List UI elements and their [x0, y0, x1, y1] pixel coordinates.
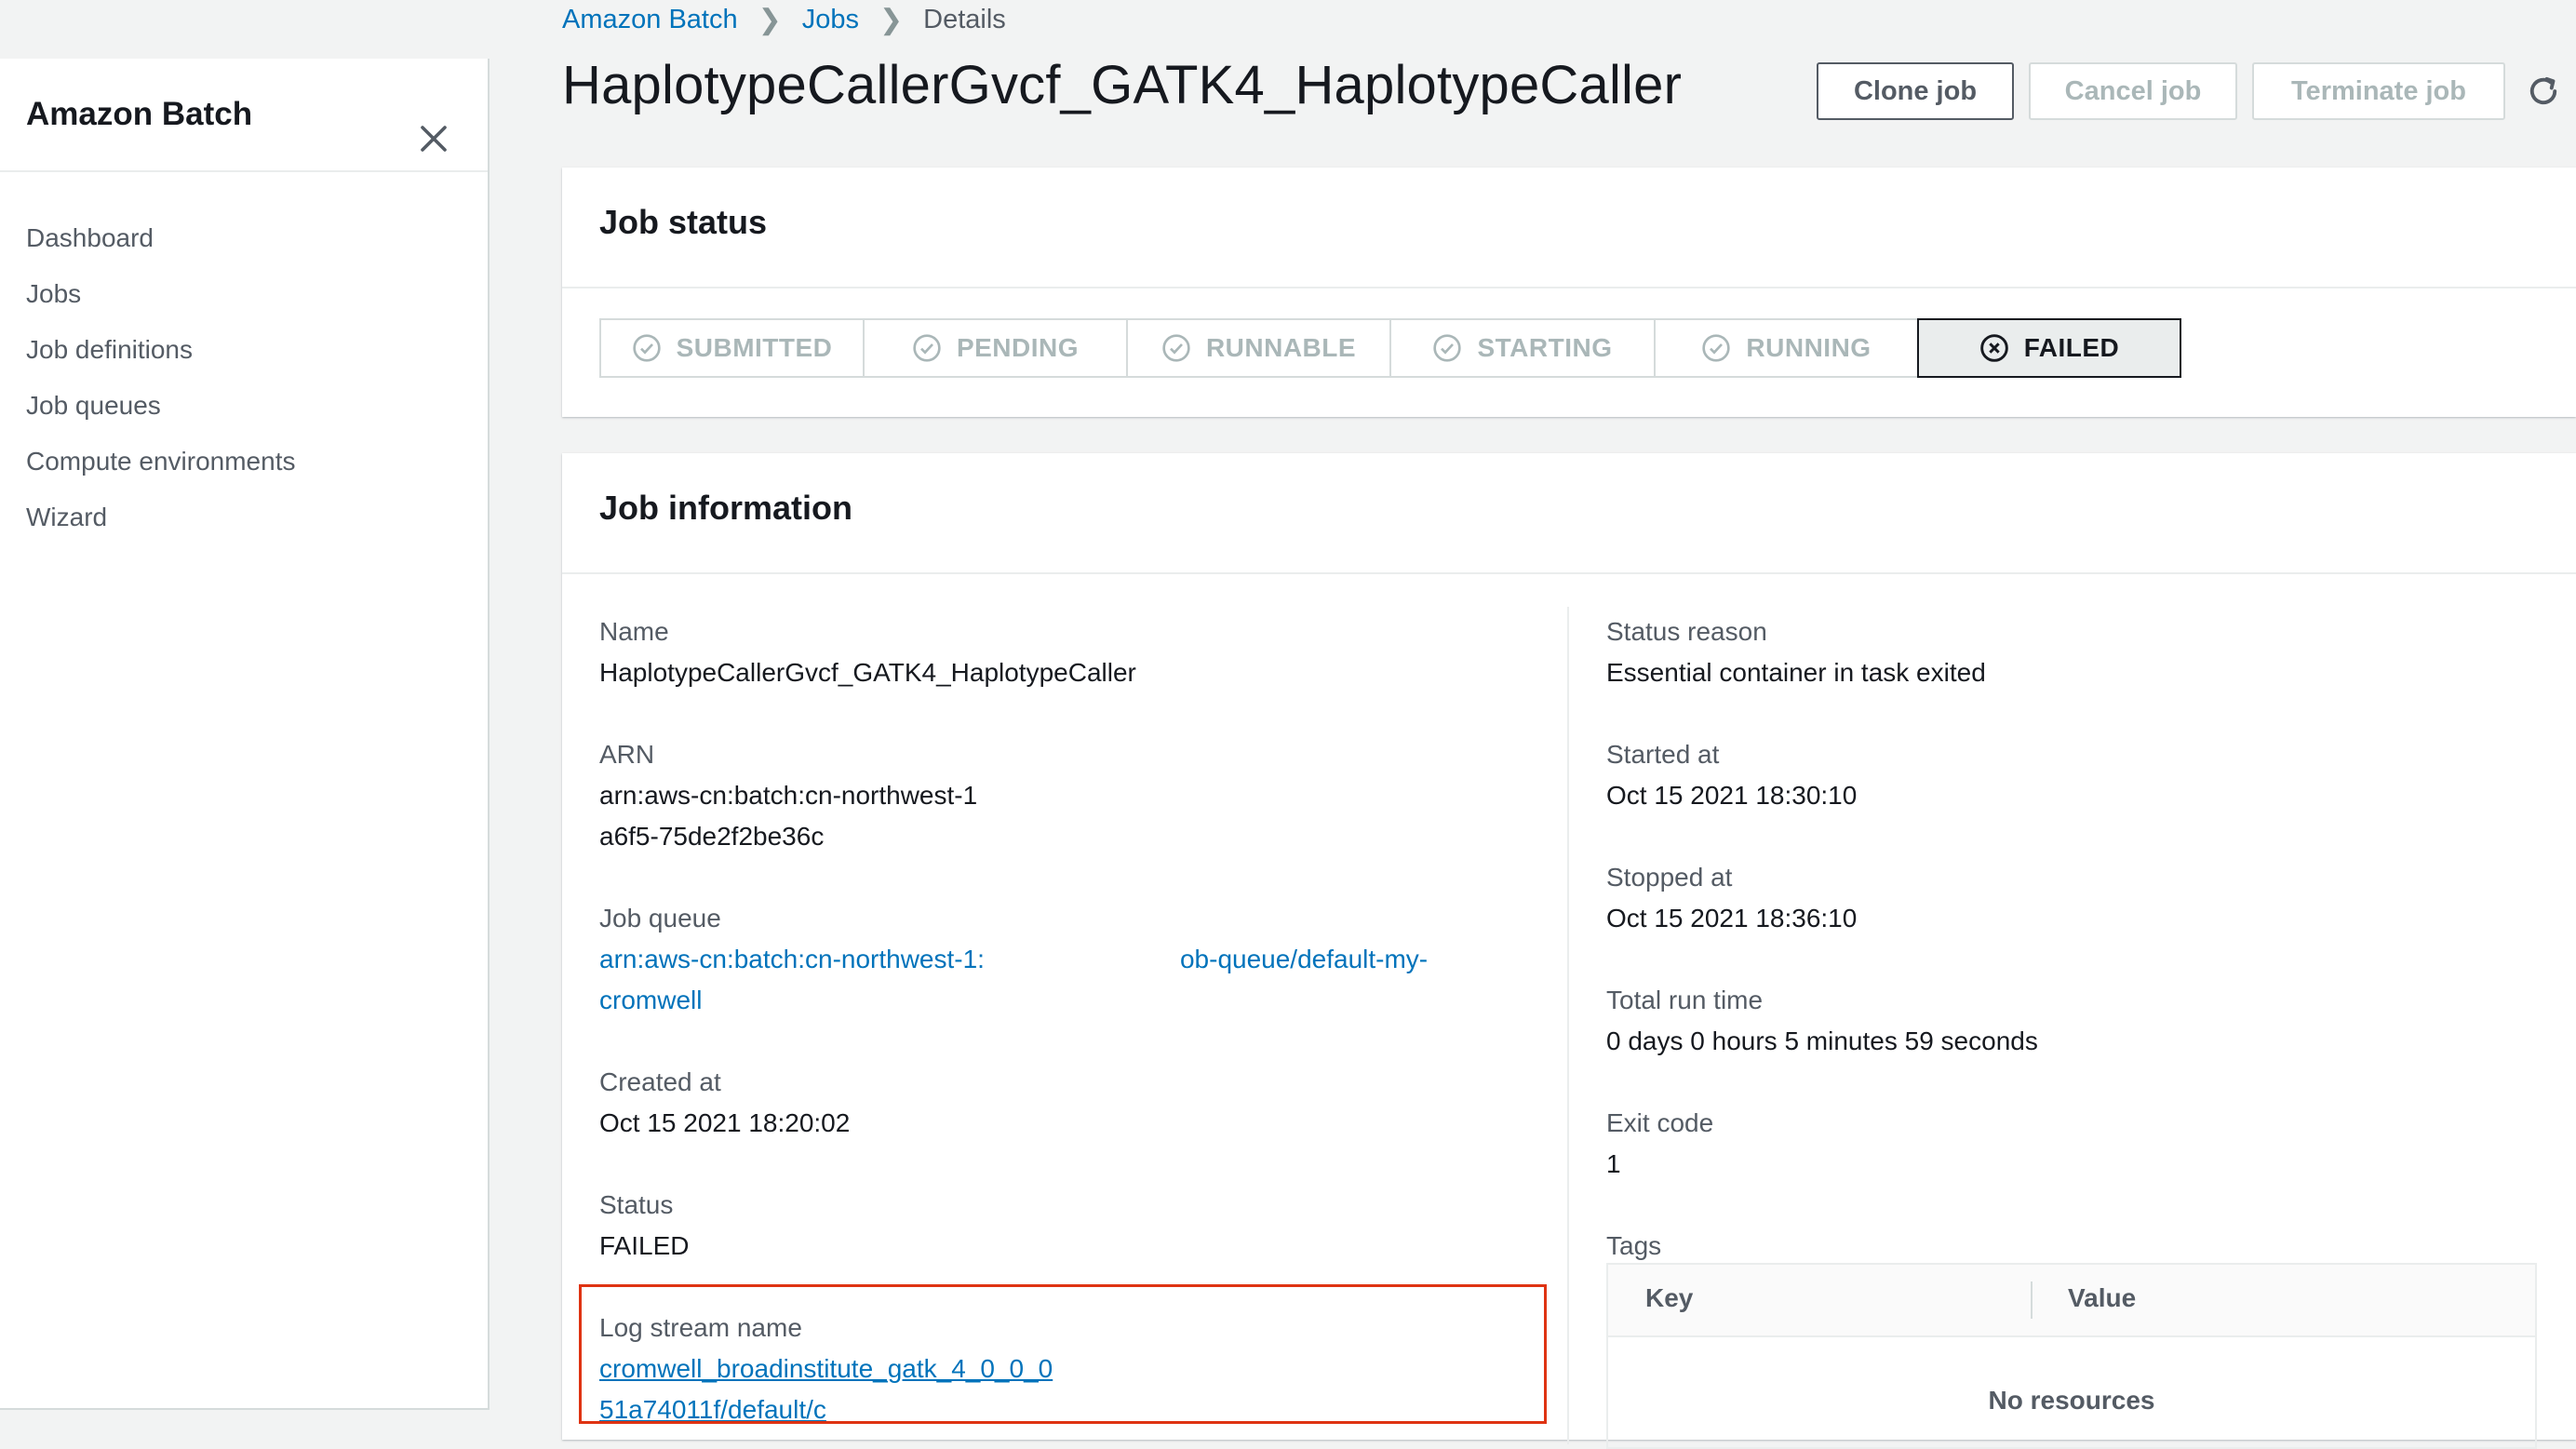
column-separator	[2031, 1281, 2033, 1319]
header-actions: Clone job Cancel job Terminate job	[1817, 62, 2563, 120]
field-created-at: Created at Oct 15 2021 18:20:02	[599, 1062, 1530, 1144]
field-label: Created at	[599, 1067, 721, 1096]
chevron-right-icon: ❯	[879, 4, 904, 35]
field-label: Status	[599, 1190, 674, 1219]
field-label: Total run time	[1606, 986, 1764, 1014]
step-failed: FAILED	[1917, 318, 2181, 378]
field-label: Job queue	[599, 904, 721, 932]
x-circle-icon	[1979, 334, 2008, 362]
sidebar-item-job-queues[interactable]: Job queues	[26, 378, 295, 434]
step-label: RUNNING	[1746, 333, 1872, 362]
job-status-header: Job status	[562, 168, 2576, 288]
chevron-right-icon: ❯	[758, 4, 782, 35]
sidebar-item-wizard[interactable]: Wizard	[26, 490, 295, 545]
sidebar-item-job-definitions[interactable]: Job definitions	[26, 322, 295, 378]
sidebar-nav: Dashboard Jobs Job definitions Job queue…	[26, 210, 295, 545]
column-divider	[1567, 607, 1569, 1444]
field-arn: ARN arn:aws-cn:batch:cn-northwest-1 a6f5…	[599, 734, 1530, 857]
tags-table: Key Value No resources	[1606, 1263, 2537, 1449]
field-label: Exit code	[1606, 1108, 1714, 1137]
arn-value-line2: a6f5-75de2f2be36c	[599, 822, 825, 851]
job-queue-link-start: arn:aws-cn:batch:cn-northwest-1:	[599, 945, 985, 973]
terminate-job-button[interactable]: Terminate job	[2252, 62, 2505, 120]
field-name: Name HaplotypeCallerGvcf_GATK4_Haplotype…	[599, 611, 1530, 693]
sidebar: Amazon Batch Dashboard Jobs Job definiti…	[0, 59, 490, 1410]
breadcrumb-amazon-batch[interactable]: Amazon Batch	[562, 5, 738, 35]
step-pending: PENDING	[863, 318, 1128, 378]
field-total-run-time: Total run time 0 days 0 hours 5 minutes …	[1606, 980, 2537, 1062]
step-label: STARTING	[1477, 333, 1613, 362]
step-runnable: RUNNABLE	[1126, 318, 1391, 378]
refresh-icon[interactable]	[2524, 72, 2563, 111]
job-status-panel: Job status SUBMITTED PENDING RUNNABLE ST…	[562, 168, 2576, 417]
field-label: Stopped at	[1606, 863, 1733, 892]
field-label: Name	[599, 617, 669, 646]
breadcrumb-details: Details	[923, 4, 1006, 34]
field-exit-code: Exit code 1	[1606, 1103, 2537, 1185]
step-label: PENDING	[956, 333, 1080, 362]
check-circle-icon	[913, 334, 941, 362]
status-steps: SUBMITTED PENDING RUNNABLE STARTING RUNN…	[599, 318, 2181, 378]
job-information-heading: Job information	[599, 489, 852, 527]
breadcrumb-jobs[interactable]: Jobs	[802, 5, 859, 35]
field-status-reason: Status reason Essential container in tas…	[1606, 611, 2537, 693]
field-label: Status reason	[1606, 617, 1767, 646]
sidebar-title: Amazon Batch	[26, 96, 253, 132]
check-circle-icon	[632, 334, 661, 362]
close-icon[interactable]	[417, 122, 450, 155]
tags-column-key[interactable]: Key	[1645, 1283, 1693, 1313]
tags-table-header: Key Value	[1608, 1265, 2535, 1337]
tags-label: Tags	[1606, 1231, 1662, 1260]
tags-empty-text: No resources	[1988, 1386, 2155, 1415]
status-reason-value: Essential container in task exited	[1606, 658, 1986, 687]
breadcrumb: Amazon Batch ❯ Jobs ❯ Details	[562, 0, 1006, 39]
stopped-at-value: Oct 15 2021 18:36:10	[1606, 904, 1858, 932]
sidebar-header: Amazon Batch	[0, 59, 488, 172]
job-status-heading: Job status	[599, 203, 768, 241]
check-circle-icon	[1162, 334, 1190, 362]
check-circle-icon	[1433, 334, 1462, 362]
cancel-job-button[interactable]: Cancel job	[2029, 62, 2237, 120]
field-stopped-at: Stopped at Oct 15 2021 18:36:10	[1606, 857, 2537, 939]
check-circle-icon	[1702, 334, 1731, 362]
sidebar-item-jobs[interactable]: Jobs	[26, 266, 295, 322]
step-label: SUBMITTED	[676, 333, 833, 362]
field-job-queue: Job queue arn:aws-cn:batch:cn-northwest-…	[599, 898, 1530, 1021]
field-status: Status FAILED	[599, 1185, 1530, 1267]
step-starting: STARTING	[1389, 318, 1656, 378]
job-queue-link-line2[interactable]: cromwell	[599, 980, 1530, 1021]
field-tags: Tags	[1606, 1226, 2537, 1267]
tags-column-value[interactable]: Value	[2068, 1283, 2136, 1313]
job-name-value: HaplotypeCallerGvcf_GATK4_HaplotypeCalle…	[599, 658, 1136, 687]
field-started-at: Started at Oct 15 2021 18:30:10	[1606, 734, 2537, 816]
field-label: Started at	[1606, 740, 1720, 769]
field-label: ARN	[599, 740, 655, 769]
job-queue-link[interactable]: arn:aws-cn:batch:cn-northwest-1: ob-queue…	[599, 939, 1530, 980]
job-information-panel: Job information Name HaplotypeCallerGvcf…	[562, 453, 2576, 1449]
sidebar-item-compute-environments[interactable]: Compute environments	[26, 434, 295, 490]
total-run-time-value: 0 days 0 hours 5 minutes 59 seconds	[1606, 1026, 2038, 1055]
status-value: FAILED	[599, 1231, 690, 1260]
clone-job-button[interactable]: Clone job	[1817, 62, 2014, 120]
sidebar-item-dashboard[interactable]: Dashboard	[26, 210, 295, 266]
arn-value-line1: arn:aws-cn:batch:cn-northwest-1	[599, 781, 978, 810]
page-title: HaplotypeCallerGvcf_GATK4_HaplotypeCalle…	[562, 55, 1683, 115]
exit-code-value: 1	[1606, 1149, 1621, 1178]
step-submitted: SUBMITTED	[599, 318, 865, 378]
step-label: FAILED	[2023, 333, 2120, 362]
job-queue-link-end: ob-queue/default-my-	[1179, 945, 1429, 973]
step-running: RUNNING	[1654, 318, 1919, 378]
log-stream-highlight	[579, 1284, 1547, 1424]
step-label: RUNNABLE	[1205, 333, 1357, 362]
job-information-header: Job information	[562, 453, 2576, 574]
created-at-value: Oct 15 2021 18:20:02	[599, 1108, 851, 1137]
started-at-value: Oct 15 2021 18:30:10	[1606, 781, 1858, 810]
